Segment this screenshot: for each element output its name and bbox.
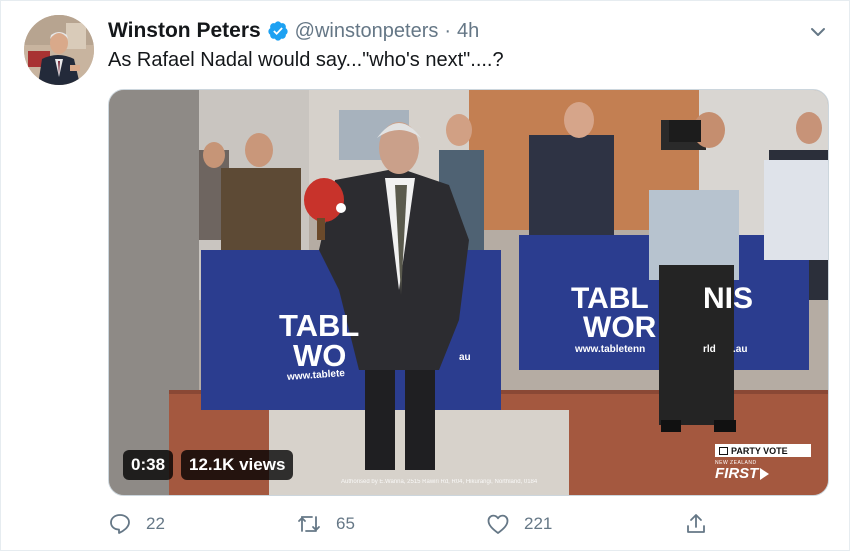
reply-icon: [110, 514, 130, 534]
separator-dot: ·: [444, 19, 452, 42]
action-bar: 22 65 221: [108, 507, 728, 541]
retweet-icon: [298, 516, 320, 532]
banner-right-url: www.tabletenn: [575, 344, 646, 355]
party-name: FIRST: [715, 465, 759, 482]
avatar[interactable]: [24, 15, 94, 85]
authorisation-statement: Authorised by E.Wanna, 2515 Rawiri Rd, R…: [341, 479, 538, 485]
share-button[interactable]: [684, 507, 722, 541]
video-views: 12.1K views: [181, 450, 294, 480]
like-count: 221: [524, 514, 553, 533]
banner-right-line1b: NIS: [703, 282, 754, 315]
share-icon: [687, 514, 705, 533]
party-vote-logo: PARTY VOTE NEW ZEALAND FIRST: [715, 444, 811, 486]
banner-right-url-tail: rld: [703, 344, 716, 355]
avatar-image: [24, 15, 94, 85]
retweet-button[interactable]: 65: [296, 507, 355, 541]
timestamp[interactable]: 4h: [457, 20, 479, 43]
arrow-icon: [760, 468, 770, 480]
banner-right-url-end: .au: [733, 344, 748, 355]
verified-badge-icon: [267, 20, 289, 42]
banner-left-url-tail: au: [459, 352, 471, 363]
tweet-header: Winston Peters @winstonpeters · 4h: [108, 17, 479, 45]
tweet-card[interactable]: Winston Peters @winstonpeters · 4h As Ra…: [0, 0, 850, 551]
video-duration: 0:38: [123, 450, 174, 480]
tweet-text: As Rafael Nadal would say..."who's next"…: [108, 49, 504, 71]
handle[interactable]: @winstonpeters: [295, 20, 439, 43]
checkbox-icon: [719, 446, 728, 455]
reply-button[interactable]: 22: [108, 507, 165, 541]
party-vote-label: PARTY VOTE: [731, 445, 788, 456]
retweet-count: 65: [336, 514, 355, 533]
like-button[interactable]: 221: [486, 507, 552, 541]
chevron-down-icon[interactable]: [807, 21, 829, 43]
reply-count: 22: [146, 514, 165, 533]
display-name[interactable]: Winston Peters: [108, 19, 261, 43]
video-player[interactable]: TABL WO www.tablete au TABL NIS WOR www.…: [108, 89, 829, 496]
banner-right-line2: WOR: [583, 311, 657, 344]
heart-icon: [487, 514, 509, 534]
